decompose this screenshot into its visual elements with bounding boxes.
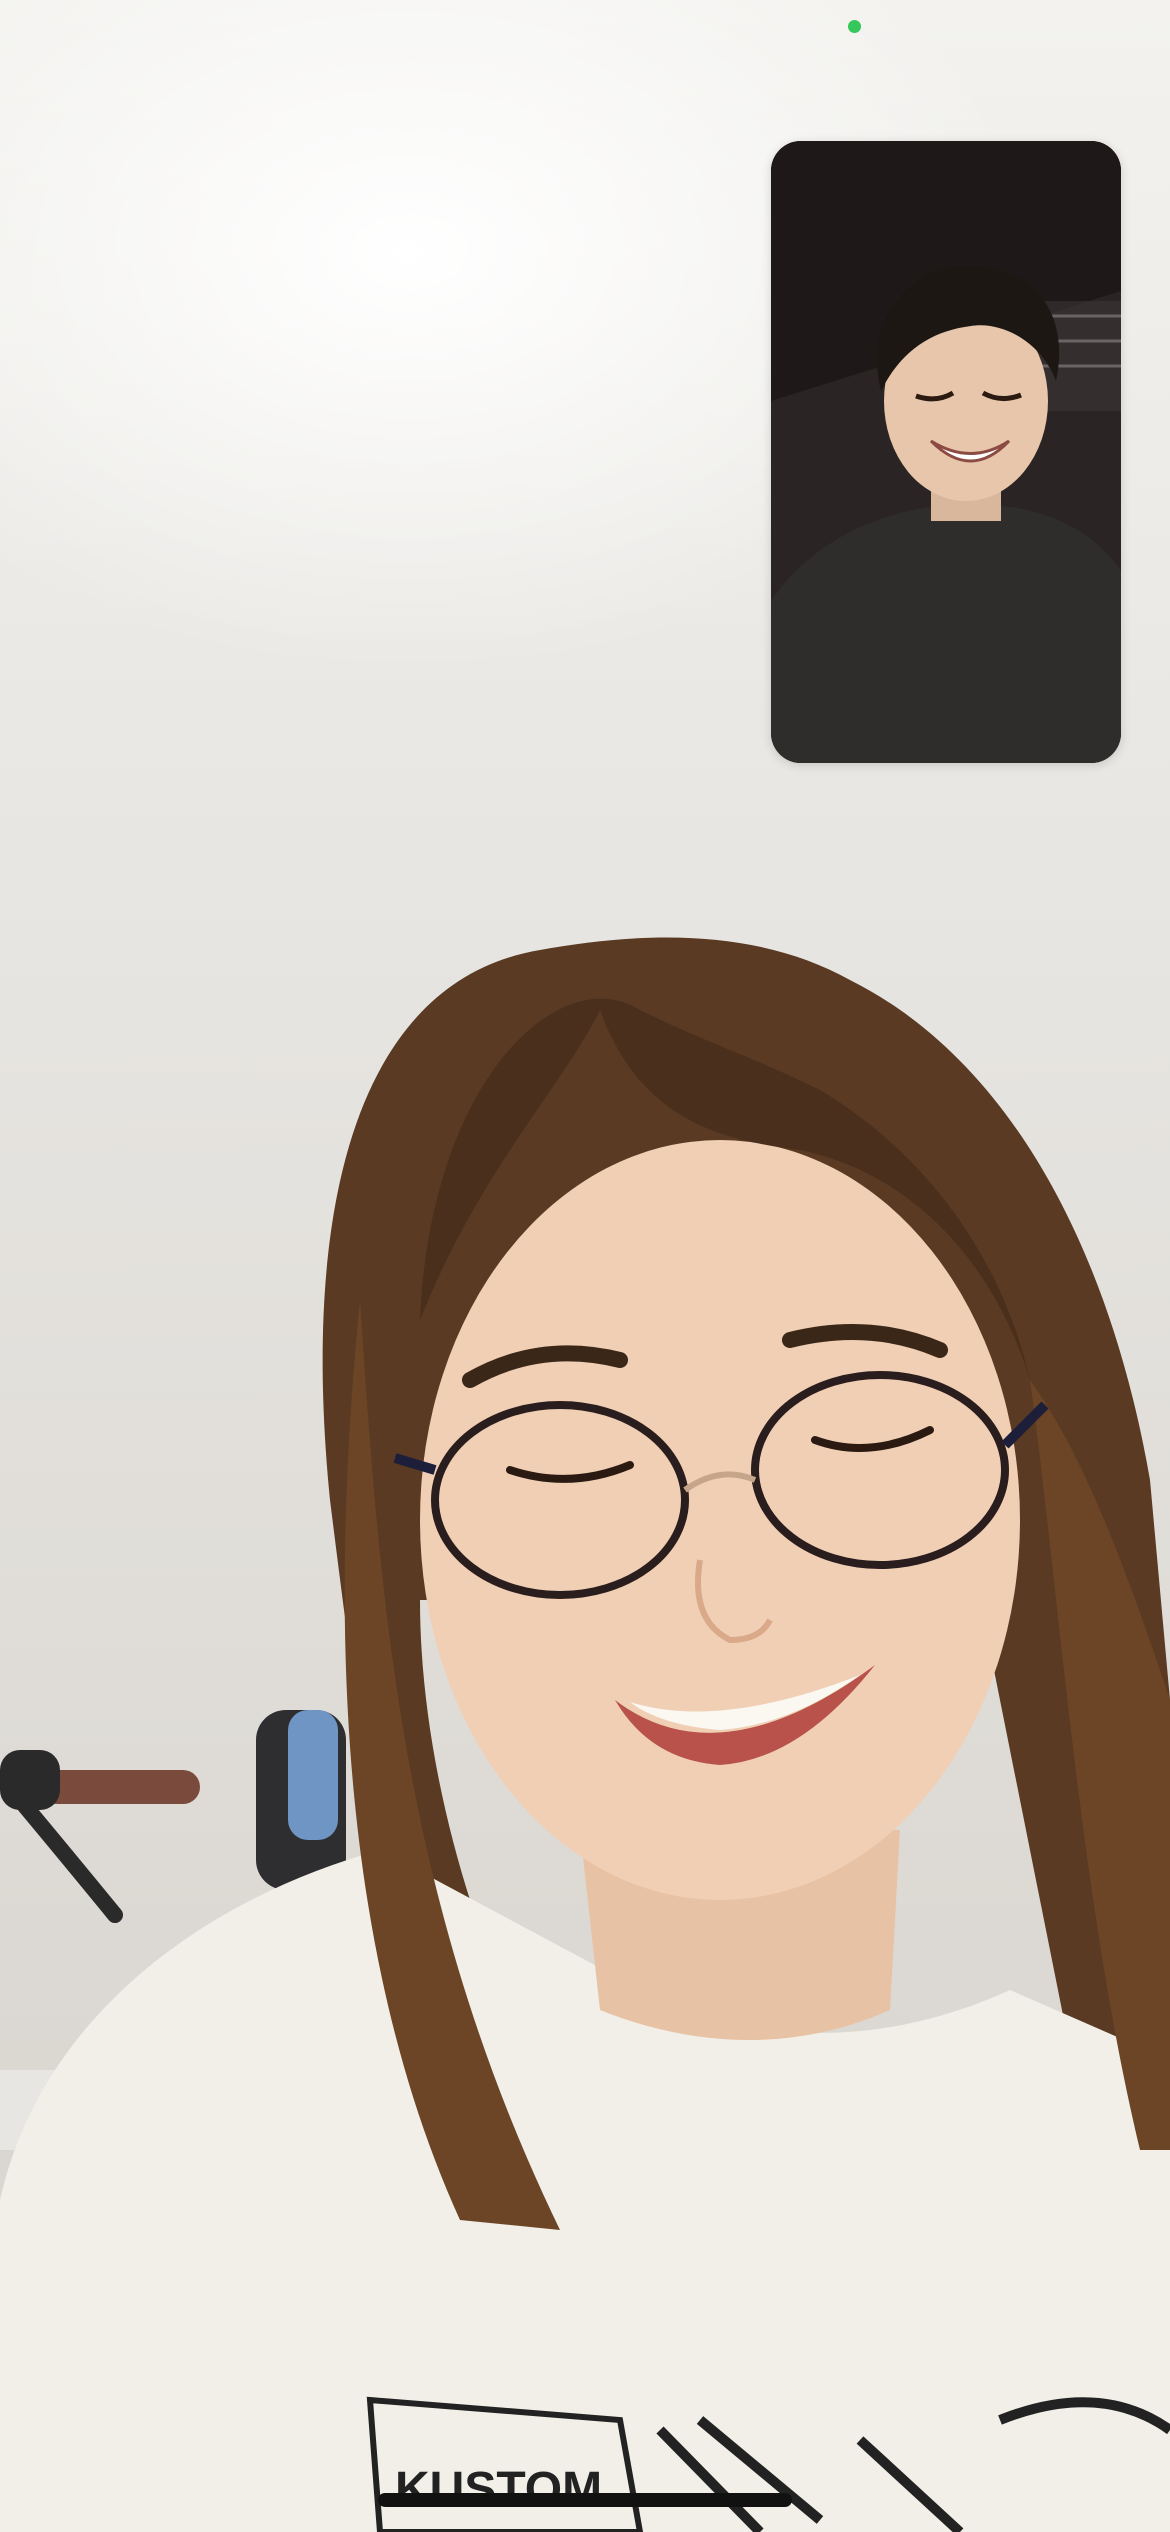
facetime-call-screen: KUSTOM: [0, 0, 1170, 2532]
chair-back: [256, 1710, 346, 1890]
home-indicator-bar[interactable]: [378, 2493, 792, 2507]
shirt-print-text: KUSTOM: [395, 2463, 602, 2516]
self-view-pip[interactable]: [771, 141, 1121, 763]
camera-in-use-indicator: [848, 20, 861, 33]
local-participant-image: [771, 141, 1121, 763]
shirt-graphic: KUSTOM: [366, 2396, 1170, 2532]
bike-handlebar: [0, 1750, 200, 1923]
